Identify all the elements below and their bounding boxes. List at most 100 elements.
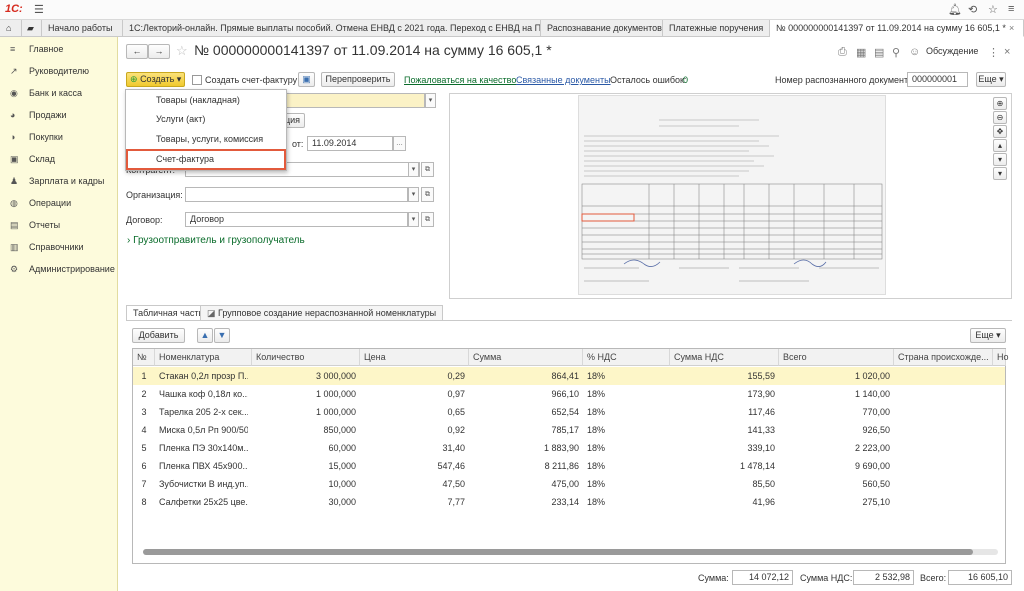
create-invoice-checkbox[interactable] — [192, 75, 202, 85]
save-button[interactable]: ▣ — [298, 72, 315, 87]
close-icon[interactable]: × — [1009, 23, 1014, 33]
date-picker-button[interactable]: … — [393, 136, 406, 151]
operation-button[interactable]: ция — [285, 113, 305, 128]
table-cell: 4 — [141, 425, 147, 435]
sidebar-icon: ♟ — [10, 176, 19, 186]
back-button[interactable]: ← — [126, 44, 148, 59]
messages-tab[interactable]: ▰ — [22, 20, 42, 37]
table-row[interactable]: 1 Стакан 0,2л прозр П... 3 000,000 0,29 864,… — [133, 367, 1005, 385]
sidebar-item[interactable]: ▥ Справочники — [0, 236, 118, 258]
sidebar-item[interactable]: ↗ Руководителю — [0, 60, 118, 82]
table-icon[interactable]: ▦ — [856, 46, 866, 59]
organization-field[interactable] — [185, 187, 408, 202]
table-cell: 1 020,00 — [854, 371, 890, 381]
tab-payments[interactable]: Платежные поручения — [663, 20, 770, 37]
more-dots-icon[interactable]: ⋮ — [988, 46, 999, 59]
tab-start[interactable]: Начало работы — [42, 20, 123, 37]
menu-icon[interactable]: ≡ — [1008, 3, 1014, 15]
recognized-number-field[interactable]: 000000001 — [907, 72, 968, 87]
table-row[interactable]: 3 Тарелка 205 2-х сек... 1 000,000 0,65 652,… — [133, 403, 1005, 421]
move-up-button[interactable]: ▲ — [197, 328, 213, 343]
fit-icon[interactable]: ▾ — [993, 167, 1007, 180]
table-row[interactable]: 8 Салфетки 25х25 цве... 30,000 7,77 233,14 18… — [133, 493, 1005, 511]
table-row[interactable]: 7 Зубочистки В инд.уп... 10,000 47,50 475,00… — [133, 475, 1005, 493]
shipper-group[interactable]: › Грузоотправитель и грузополучатель — [127, 235, 305, 246]
column-header[interactable]: Количество — [252, 349, 360, 366]
menu-item-goods[interactable]: Товары (накладная) — [156, 91, 240, 109]
close-window-icon[interactable]: × — [1004, 46, 1010, 58]
related-docs-link[interactable]: Связанные документы — [516, 75, 611, 85]
column-header[interactable]: Но — [993, 349, 1009, 366]
column-header[interactable]: Страна происхожде... — [894, 349, 993, 366]
bell-icon[interactable]: 🔔︎ — [948, 3, 962, 16]
grid-icon[interactable]: ▤ — [874, 46, 884, 59]
contract-dropdown[interactable]: ▾ — [408, 212, 419, 227]
column-header[interactable]: № — [133, 349, 155, 366]
column-header[interactable]: Сумма — [469, 349, 583, 366]
sidebar-item[interactable]: ▣ Склад — [0, 148, 118, 170]
sidebar-item-label: Справочники — [29, 242, 84, 252]
star-icon[interactable]: ☆ — [988, 3, 998, 16]
discussion-icon[interactable]: ☺ — [909, 46, 920, 58]
sidebar-item[interactable]: ◕ Продажи — [0, 104, 118, 126]
zoom-in-icon[interactable]: ⊕ — [993, 97, 1007, 110]
tab-group-create[interactable]: ◪ Групповое создание нераспознанной номе… — [200, 305, 444, 320]
move-down-button[interactable]: ▼ — [214, 328, 230, 343]
scrollbar-thumb[interactable] — [143, 549, 973, 555]
table-row[interactable]: 5 Пленка ПЭ 30х140м... 60,000 31,40 1 883,90… — [133, 439, 1005, 457]
rotate-down-icon[interactable]: ▾ — [993, 153, 1007, 166]
tab-document[interactable]: № 000000000141397 от 11.09.2014 на сумму… — [770, 20, 1024, 37]
table-more-button[interactable]: Еще ▾ — [970, 328, 1006, 343]
tab-table-part[interactable]: Табличная часть — [126, 305, 211, 320]
table-cell: 1 140,00 — [854, 389, 890, 399]
forward-button[interactable]: → — [148, 44, 170, 59]
recheck-button[interactable]: Перепроверить — [321, 72, 395, 87]
complain-link[interactable]: Пожаловаться на качество — [404, 75, 516, 85]
discussion-label[interactable]: Обсуждение — [926, 46, 978, 56]
table-row[interactable]: 2 Чашка коф 0,18л ко... 1 000,000 0,97 966,1… — [133, 385, 1005, 403]
table-row[interactable]: 6 Пленка ПВХ 45х900... 15,000 547,46 8 211,8… — [133, 457, 1005, 475]
create-button[interactable]: ⊕ Создать ▾ — [126, 72, 185, 87]
table-cell: 31,40 — [442, 443, 465, 453]
favorite-star-icon[interactable]: ☆ — [176, 43, 188, 59]
sidebar-item[interactable]: ♟ Зарплата и кадры — [0, 170, 118, 192]
sidebar-item[interactable]: ≡ Главное — [0, 38, 118, 60]
organization-dropdown[interactable]: ▾ — [408, 187, 419, 202]
horizontal-scrollbar[interactable] — [143, 549, 998, 555]
sidebar-item[interactable]: ◑ Покупки — [0, 126, 118, 148]
tab-recognition[interactable]: Распознавание документов — [541, 20, 663, 37]
column-header[interactable]: Всего — [779, 349, 894, 366]
move-icon[interactable]: ✥ — [993, 125, 1007, 138]
column-header[interactable]: Сумма НДС — [670, 349, 779, 366]
table-cell: 5 — [141, 443, 147, 453]
menu-item-services[interactable]: Услуги (акт) — [156, 110, 205, 128]
table-row[interactable]: 4 Миска 0,5л Рп 900/50 850,000 0,92 785,17 18… — [133, 421, 1005, 439]
zoom-out-icon[interactable]: ⊖ — [993, 111, 1007, 124]
organization-open-button[interactable]: ⧉ — [421, 187, 434, 202]
print-icon[interactable]: ⎙ — [838, 46, 847, 59]
home-tab[interactable]: ⌂ — [0, 20, 22, 37]
rotate-up-icon[interactable]: ▴ — [993, 139, 1007, 152]
counterparty-dropdown[interactable]: ▾ — [408, 162, 419, 177]
history-icon[interactable]: ⟲ — [968, 3, 977, 16]
document-type-dropdown[interactable]: ▾ — [425, 93, 436, 108]
column-header[interactable]: Цена — [360, 349, 469, 366]
contract-field[interactable]: Договор — [185, 212, 408, 227]
add-row-button[interactable]: Добавить — [132, 328, 185, 343]
sidebar-item[interactable]: ▤ Отчеты — [0, 214, 118, 236]
column-header[interactable]: Номенклатура — [155, 349, 252, 366]
more-button[interactable]: Еще ▾ — [976, 72, 1006, 87]
sidebar-item[interactable]: ◍ Операции — [0, 192, 118, 214]
tab-lecture[interactable]: 1С:Лекторий-онлайн. Прямые выплаты пособ… — [123, 20, 541, 37]
scanned-invoice-image — [578, 95, 886, 295]
link-icon[interactable]: ⚲ — [892, 46, 900, 59]
counterparty-open-button[interactable]: ⧉ — [421, 162, 434, 177]
date-field[interactable]: 11.09.2014 — [307, 136, 393, 151]
sidebar-item[interactable]: ⚙ Администрирование — [0, 258, 118, 280]
column-header[interactable]: % НДС — [583, 349, 670, 366]
menu-item-goods-services-commission[interactable]: Товары, услуги, комиссия — [156, 130, 263, 148]
contract-open-button[interactable]: ⧉ — [421, 212, 434, 227]
hamburger-menu-icon[interactable]: ☰ — [34, 3, 44, 16]
sidebar-item[interactable]: ◉ Банк и касса — [0, 82, 118, 104]
document-type-field[interactable] — [285, 93, 425, 108]
